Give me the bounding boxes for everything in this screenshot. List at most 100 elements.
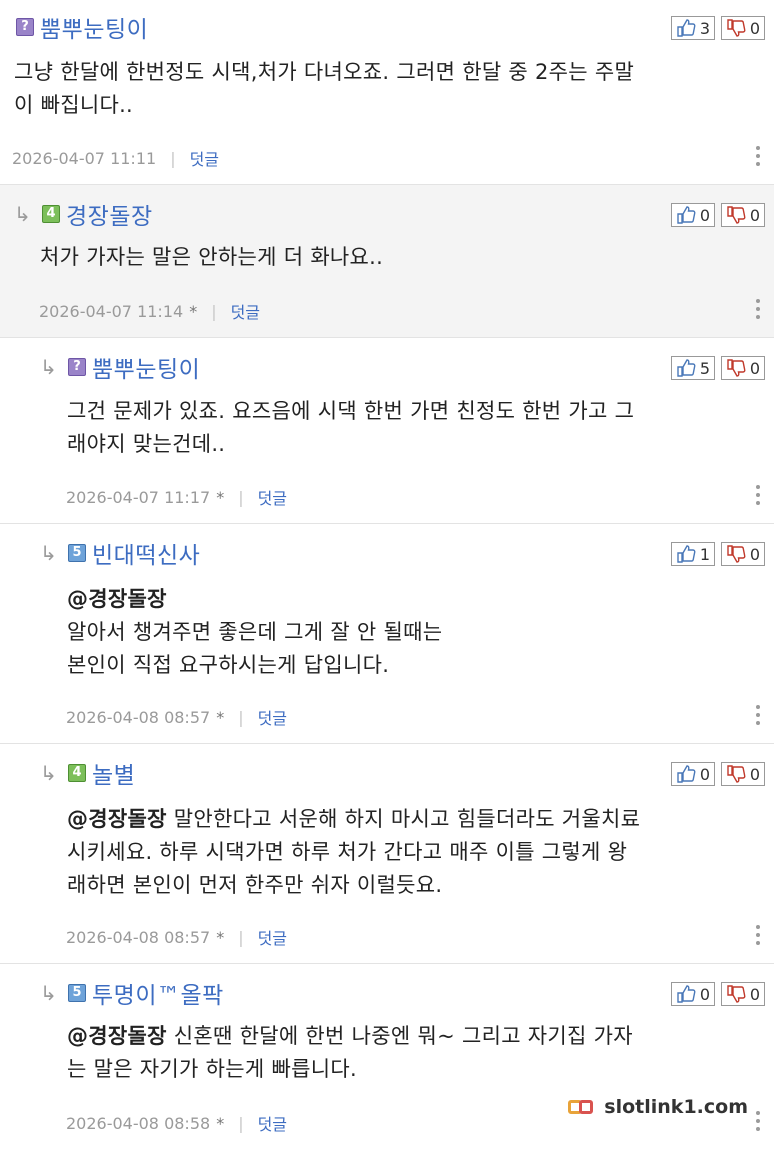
comment-line: 그냥 한달에 한번정도 시댁,처가 다녀오죠. 그러면 한달 중 2주는 주말 bbox=[14, 60, 635, 84]
downvote-count: 0 bbox=[749, 764, 760, 784]
upvote-button[interactable]: 0 bbox=[671, 203, 715, 227]
comment-meta: 2026-04-08 08:57 * | 덧글 bbox=[66, 925, 287, 949]
level-badge-icon: ? bbox=[68, 358, 86, 376]
comment-line: 처가 가자는 말은 안하는게 더 화나요.. bbox=[40, 245, 384, 269]
author-nickname[interactable]: 놀별 bbox=[92, 756, 135, 790]
comment-text: 신혼땐 한달에 한번 나중엔 뭐~ 그리고 자기집 가자 bbox=[166, 1024, 633, 1048]
watermark-logo-icon bbox=[568, 1098, 596, 1116]
comment-meta: 2026-04-08 08:57 * | 덧글 bbox=[66, 705, 287, 729]
upvote-count: 0 bbox=[699, 984, 710, 1004]
comment-header: ↳ 4 놀별 bbox=[40, 760, 135, 789]
level-badge-icon: 4 bbox=[68, 764, 86, 782]
upvote-count: 5 bbox=[699, 358, 710, 378]
comment-line: @경장돌장 신혼땐 한달에 한번 나중엔 뭐~ 그리고 자기집 가자 bbox=[67, 1020, 633, 1053]
divider: | bbox=[238, 927, 244, 947]
author-nickname[interactable]: 뿜뿌눈팅이 bbox=[92, 350, 200, 384]
downvote-button[interactable]: 0 bbox=[721, 16, 765, 40]
comment-body: 그건 문제가 있죠. 요즈음에 시댁 한번 가면 친정도 한번 가고 그 래야지… bbox=[67, 395, 634, 461]
mention-tag[interactable]: @경장돌장 bbox=[67, 583, 442, 616]
downvote-button[interactable]: 0 bbox=[721, 203, 765, 227]
reply-link[interactable]: 덧글 bbox=[231, 299, 260, 323]
thumbs-down-icon bbox=[727, 359, 746, 377]
vote-group: 3 0 bbox=[671, 16, 765, 40]
thumbs-up-icon bbox=[677, 985, 696, 1003]
downvote-button[interactable]: 0 bbox=[721, 762, 765, 786]
downvote-count: 0 bbox=[749, 544, 760, 564]
author-nickname[interactable]: 뿜뿌눈팅이 bbox=[40, 10, 148, 44]
comment-line: 래야지 맞는건데.. bbox=[67, 432, 226, 456]
comment-meta: 2026-04-07 11:17 * | 덧글 bbox=[66, 485, 287, 509]
divider: | bbox=[238, 487, 244, 507]
comment-meta: 2026-04-07 11:11 | 덧글 bbox=[12, 146, 219, 170]
vote-group: 1 0 bbox=[671, 542, 765, 566]
comment-date: 2026-04-07 11:14 bbox=[39, 301, 184, 321]
comment-line: 알아서 챙겨주면 좋은데 그게 잘 안 될때는 bbox=[67, 620, 443, 644]
upvote-count: 0 bbox=[699, 764, 710, 784]
comment-date: 2026-04-08 08:58 bbox=[66, 1113, 211, 1133]
more-vertical-icon[interactable] bbox=[756, 299, 760, 319]
thumbs-down-icon bbox=[727, 765, 746, 783]
comment-date: 2026-04-07 11:17 bbox=[66, 487, 211, 507]
comment-date: 2026-04-08 08:57 bbox=[66, 927, 211, 947]
upvote-button[interactable]: 0 bbox=[671, 982, 715, 1006]
more-vertical-icon[interactable] bbox=[756, 146, 760, 166]
more-vertical-icon[interactable] bbox=[756, 705, 760, 725]
comment-meta: 2026-04-07 11:14 * | 덧글 bbox=[39, 299, 260, 323]
comment-line: 본인이 직접 요구하시는게 답입니다. bbox=[67, 653, 390, 677]
author-nickname[interactable]: 투명이™올팍 bbox=[92, 976, 224, 1010]
downvote-button[interactable]: 0 bbox=[721, 356, 765, 380]
upvote-button[interactable]: 0 bbox=[671, 762, 715, 786]
downvote-count: 0 bbox=[749, 205, 760, 225]
more-vertical-icon[interactable] bbox=[756, 1111, 760, 1131]
comment-item: ↳ 4 경장돌장 0 0 처가 가자는 말은 안하는게 더 화나요.. 2026… bbox=[0, 185, 774, 338]
divider: | bbox=[170, 148, 176, 168]
comment-item: ↳ 5 빈대떡신사 1 0 @경장돌장 알아서 챙겨주면 좋은데 그게 잘 안 … bbox=[0, 524, 774, 744]
reply-arrow-icon: ↳ bbox=[40, 981, 57, 1005]
comment-item: ? 뿜뿌눈팅이 3 0 그냥 한달에 한번정도 시댁,처가 다녀오죠. 그러면 … bbox=[0, 0, 774, 185]
reply-link[interactable]: 덧글 bbox=[258, 485, 287, 509]
comment-header: ↳ ? 뿜뿌눈팅이 bbox=[40, 354, 200, 383]
thumbs-up-icon bbox=[677, 359, 696, 377]
watermark-text: slotlink1.com bbox=[604, 1096, 748, 1118]
edited-mark: * bbox=[216, 927, 225, 947]
comment-body: 처가 가자는 말은 안하는게 더 화나요.. bbox=[40, 241, 383, 274]
divider: | bbox=[211, 301, 217, 321]
reply-arrow-icon: ↳ bbox=[40, 541, 57, 565]
author-nickname[interactable]: 경장돌장 bbox=[66, 197, 153, 231]
reply-link[interactable]: 덧글 bbox=[258, 925, 287, 949]
more-vertical-icon[interactable] bbox=[756, 485, 760, 505]
comment-line: 는 말은 자기가 하는게 빠릅니다. bbox=[67, 1057, 357, 1081]
watermark: slotlink1.com bbox=[568, 1096, 748, 1118]
author-nickname[interactable]: 빈대떡신사 bbox=[92, 536, 200, 570]
upvote-button[interactable]: 5 bbox=[671, 356, 715, 380]
comment-date: 2026-04-08 08:57 bbox=[66, 707, 211, 727]
upvote-count: 1 bbox=[699, 544, 710, 564]
downvote-count: 0 bbox=[749, 984, 760, 1004]
more-vertical-icon[interactable] bbox=[756, 925, 760, 945]
mention-tag[interactable]: @경장돌장 bbox=[67, 807, 167, 831]
comment-body: 그냥 한달에 한번정도 시댁,처가 다녀오죠. 그러면 한달 중 2주는 주말 … bbox=[14, 56, 634, 122]
mention-tag[interactable]: @경장돌장 bbox=[67, 1024, 167, 1048]
vote-group: 0 0 bbox=[671, 762, 765, 786]
comment-text: 말안한다고 서운해 하지 마시고 힘들더라도 거울치료 bbox=[166, 807, 641, 831]
comment-body: @경장돌장 알아서 챙겨주면 좋은데 그게 잘 안 될때는 본인이 직접 요구하… bbox=[67, 583, 442, 682]
reply-link[interactable]: 덧글 bbox=[258, 705, 287, 729]
reply-link[interactable]: 덧글 bbox=[258, 1111, 287, 1135]
downvote-button[interactable]: 0 bbox=[721, 982, 765, 1006]
edited-mark: * bbox=[189, 301, 198, 321]
downvote-count: 0 bbox=[749, 18, 760, 38]
comment-line: @경장돌장 말안한다고 서운해 하지 마시고 힘들더라도 거울치료 bbox=[67, 803, 640, 836]
thumbs-up-icon bbox=[677, 545, 696, 563]
reply-link[interactable]: 덧글 bbox=[190, 146, 219, 170]
comment-header: ↳ 5 빈대떡신사 bbox=[40, 540, 200, 569]
reply-arrow-icon: ↳ bbox=[14, 202, 31, 226]
upvote-count: 0 bbox=[699, 205, 710, 225]
upvote-button[interactable]: 3 bbox=[671, 16, 715, 40]
thumbs-down-icon bbox=[727, 545, 746, 563]
upvote-button[interactable]: 1 bbox=[671, 542, 715, 566]
divider: | bbox=[238, 1113, 244, 1133]
thumbs-down-icon bbox=[727, 19, 746, 37]
downvote-button[interactable]: 0 bbox=[721, 542, 765, 566]
comment-header: ↳ 4 경장돌장 bbox=[14, 201, 153, 230]
comment-header: ? 뿜뿌눈팅이 bbox=[16, 14, 148, 43]
